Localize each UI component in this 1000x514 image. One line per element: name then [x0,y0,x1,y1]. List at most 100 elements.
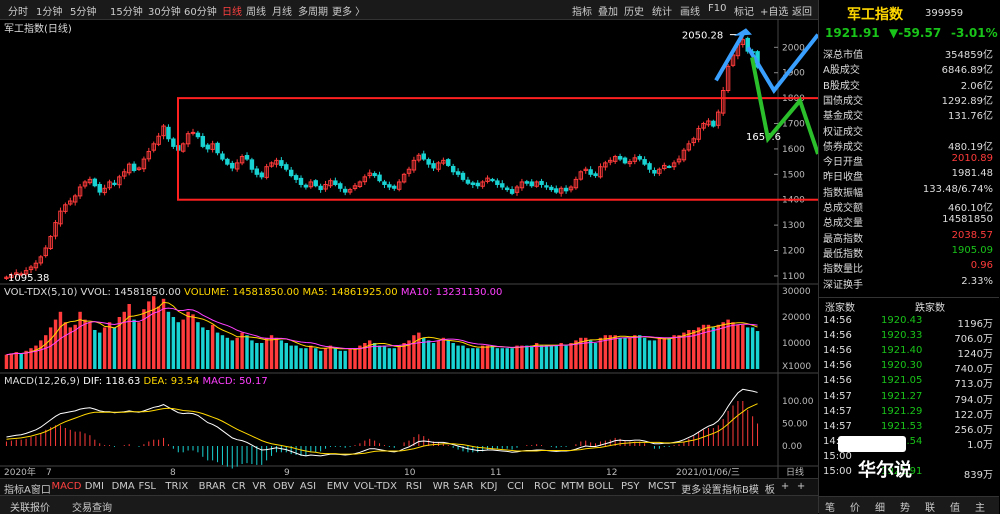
indicator-tab-20[interactable]: MTM [561,481,584,492]
indicator-tab-4[interactable]: DMA [112,481,135,492]
quote-row: 指数振幅 133.48/6.74% [819,184,999,199]
volume-bar [112,327,117,369]
period-2[interactable]: 5分钟 [70,3,96,18]
indicator-tab-28[interactable]: 板 [765,481,775,496]
indicator-tab-26[interactable]: 指标B [722,481,749,496]
volume-bar [520,345,524,369]
toolbar-button-2[interactable]: 历史 [624,3,644,18]
quote-row: 深证换手 2.33% [819,276,999,291]
volume-bar [623,337,627,369]
indicator-tab-24[interactable]: 更多 [681,481,701,496]
toolbar-button-1[interactable]: 叠加 [598,3,618,18]
indicator-tab-23[interactable]: MCST [648,481,676,492]
volume-bar [476,348,480,369]
indicator-tab-9[interactable]: VR [252,481,266,492]
toolbar-button-3[interactable]: 统计 [652,3,672,18]
candle-body [377,174,382,182]
candle-body [426,159,431,165]
candle-body [617,156,623,160]
volume-bar [314,348,318,369]
toolbar-button-7[interactable]: +自选 [760,3,788,18]
volume-bar [598,337,603,369]
indicator-tab-25[interactable]: 设置 [702,481,722,496]
toolbar-button-0[interactable]: 指标 [572,3,592,18]
period-4[interactable]: 30分钟 [148,3,181,18]
indicator-tab-15[interactable]: WR [433,481,450,492]
indicator-tab-10[interactable]: OBV [273,481,294,492]
indicator-tab-5[interactable]: FSL [139,481,157,492]
indicator-tab-30[interactable]: + [797,481,805,492]
period-6[interactable]: 日线 [222,3,242,18]
indicator-tab-16[interactable]: SAR [453,481,473,492]
volume-bar [83,319,87,369]
volume-bar [333,348,338,369]
indicator-tab-0[interactable]: 指标A [4,481,31,496]
side-tab-2[interactable]: 细 [875,499,885,514]
side-tab-0[interactable]: 笔 [825,499,835,514]
period-10[interactable]: 更多 〉 [332,3,365,18]
indicator-tab-13[interactable]: VOL-TDX [354,481,397,492]
period-5[interactable]: 60分钟 [184,3,217,18]
quote-row-value: 354859亿 [944,50,993,61]
candle-body [166,126,171,140]
quote-row: 昨日收盘 1981.48 [819,168,999,183]
candle-body [666,165,672,168]
toolbar-button-4[interactable]: 画线 [680,3,700,18]
indicator-tab-17[interactable]: KDJ [480,481,497,492]
period-8[interactable]: 月线 [272,3,292,18]
candle-body [539,180,544,185]
indicator-tab-19[interactable]: ROC [534,481,556,492]
quote-row-label: 权证成交 [823,126,863,138]
quote-row-label: B股成交 [823,80,860,92]
indicator-tab-3[interactable]: DMI [85,481,104,492]
indicator-tab-18[interactable]: CCI [507,481,524,492]
indicator-tab-6[interactable]: TRIX [165,481,188,492]
period-0[interactable]: 分时 [8,3,28,18]
volume-bar [58,311,63,369]
period-1[interactable]: 1分钟 [36,3,62,18]
volume-bar [495,348,500,369]
indicator-tab-29[interactable]: + [781,481,789,492]
period-3[interactable]: 15分钟 [110,3,143,18]
volume-bar [186,311,190,369]
candle-body [711,120,716,127]
vol-header: VOL-TDX(5,10) VVOL: 14581850.00 VOLUME: … [4,287,502,298]
side-tab-1[interactable]: 价 [850,499,860,514]
candle-body [298,177,304,185]
indicator-tab-7[interactable]: BRAR [199,481,226,492]
indicator-tab-22[interactable]: PSY [621,481,640,492]
volume-bar [225,337,230,369]
side-tab-3[interactable]: 势 [900,499,910,514]
side-tab-6[interactable]: 主 [975,499,985,514]
macd-tick-label: 100.00 [782,397,814,407]
indicator-tab-2[interactable]: MACD [52,481,82,492]
volume-bar [682,332,686,369]
volume-bar [196,322,200,369]
macd-dif: DIF: 118.63 [83,376,141,387]
volume-bar [746,327,750,369]
toolbar-button-6[interactable]: 标记 [734,3,754,18]
breadth-header: 涨家数 跌家数 [819,297,999,314]
related-quote-button[interactable]: 关联报价 [10,499,50,514]
period-9[interactable]: 多周期 [298,3,328,18]
candle-body [642,159,647,165]
toolbar-button-8[interactable]: 返回 [792,3,812,18]
volume-bar [755,331,760,369]
indicator-tab-27[interactable]: 模 [749,481,759,496]
volume-bar [230,340,234,369]
period-7[interactable]: 周线 [246,3,266,18]
indicator-tab-11[interactable]: ASI [300,481,316,492]
indicator-tab-12[interactable]: EMV [327,481,349,492]
toolbar-button-5[interactable]: F10 [708,3,726,14]
indicator-tab-21[interactable]: BOLL [588,481,614,492]
indicator-tabs: 指标A 窗口 MACD DMI DMA FSL TRIX BRAR CR VR OBV ASI EMV V… [0,478,818,496]
quote-row-label: 基金成交 [823,111,863,123]
indicator-tab-1[interactable]: 窗口 [31,481,51,496]
side-tab-4[interactable]: 联 [925,499,935,514]
indicator-tab-14[interactable]: RSI [406,481,422,492]
volume-bar [284,343,288,369]
volume-bar [260,343,264,369]
side-tab-5[interactable]: 值 [950,499,960,514]
trade-query-button[interactable]: 交易查询 [72,499,112,514]
indicator-tab-8[interactable]: CR [232,481,246,492]
